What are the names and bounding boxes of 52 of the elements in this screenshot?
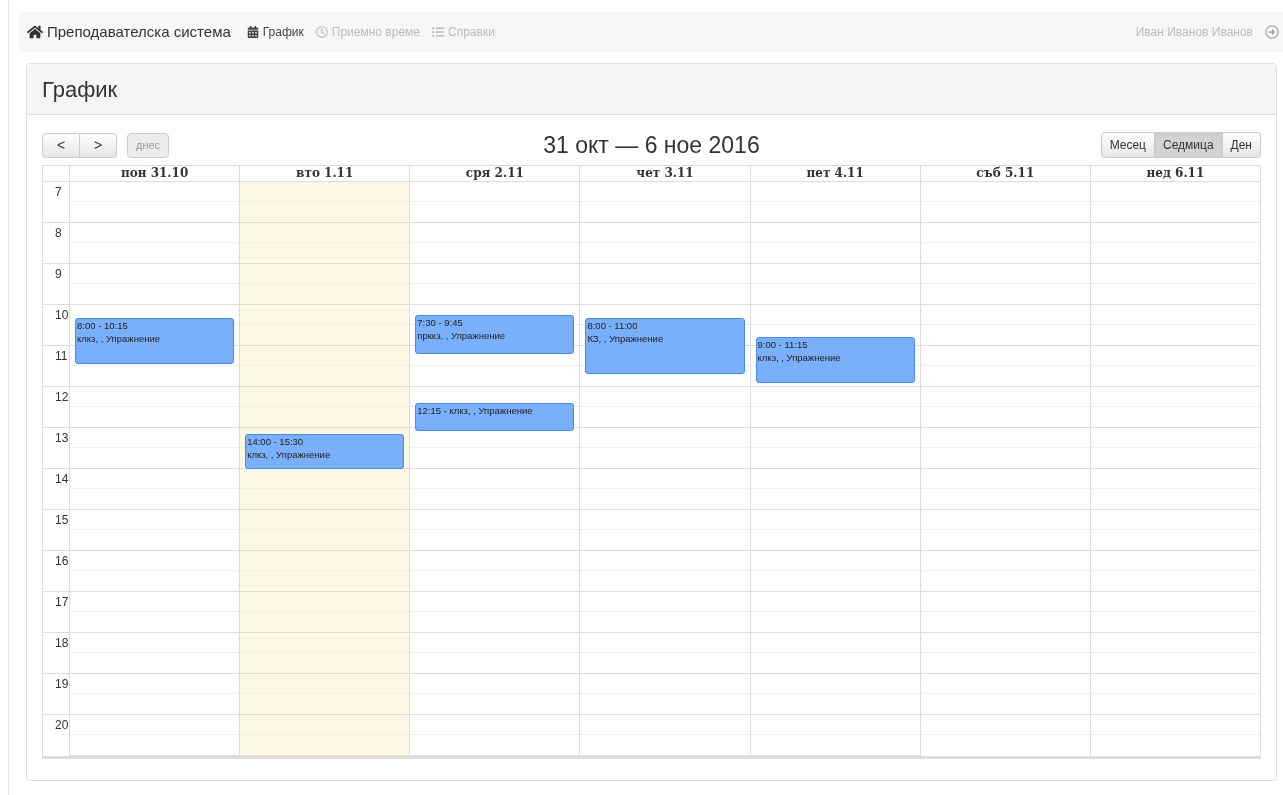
list-icon: [432, 26, 444, 38]
view-button[interactable]: Месец: [1100, 132, 1155, 158]
calendar-event[interactable]: 8:00 - 10:15 клкз, , Упражнение: [75, 318, 235, 364]
event-text: 7:30 - 9:45: [417, 316, 464, 329]
event-text: КЗ, , Упражнение: [587, 332, 665, 345]
hour-label: 15: [55, 512, 69, 529]
event-text: прккз, , Упражнение: [417, 329, 507, 342]
event-text: 8:00 - 10:15: [77, 319, 129, 332]
event-text: 8:00 - 11:00: [587, 319, 639, 332]
hour-label: 17: [55, 594, 69, 611]
nav-link[interactable]: График: [246, 23, 304, 41]
prev-button[interactable]: <: [42, 132, 80, 158]
event-text: клкз, , Упражнение: [77, 332, 162, 345]
brand-link[interactable]: Преподавателска система: [27, 20, 231, 44]
calendar-event[interactable]: 8:00 - 11:00 КЗ, , Упражнение: [585, 318, 745, 374]
hour-label: 8: [55, 225, 62, 242]
view-button[interactable]: Ден: [1222, 132, 1261, 158]
calendar-event[interactable]: 7:30 - 9:45 прккз, , Упражнение: [415, 315, 575, 354]
event-text: клкз, , Упражнение: [757, 351, 842, 364]
clock-icon: [315, 26, 328, 38]
day-header: чет 3.11: [580, 166, 751, 181]
calendar-event[interactable]: 9:00 - 11:15 клкз, , Упражнение: [755, 337, 915, 383]
date-range-title: 31 окт — 6 ное 2016: [543, 130, 760, 160]
calendar-event[interactable]: 12:15 - клкз, , Упражнение: [415, 403, 575, 431]
hour-label: 10: [55, 307, 69, 324]
view-button[interactable]: Седмица: [1155, 132, 1223, 158]
hour-label: 9: [55, 266, 62, 283]
event-text: 9:00 - 11:15: [757, 338, 809, 351]
hour-label: 20: [55, 717, 69, 734]
day-header: пон 31.10: [70, 166, 241, 181]
panel-title: График: [42, 75, 118, 104]
hour-label: 12: [55, 389, 69, 406]
hour-label: 7: [55, 184, 62, 201]
hour-label: 11: [55, 348, 68, 365]
hour-label: 18: [55, 635, 69, 652]
home-icon: [27, 24, 43, 40]
day-header: вто 1.11: [240, 166, 411, 181]
hour-label: 14: [55, 471, 69, 488]
day-header: сря 2.11: [410, 166, 581, 181]
event-text: клкз, , Упражнение: [247, 448, 332, 461]
calendar-event[interactable]: 14:00 - 15:30 клкз, , Упражнение: [245, 434, 405, 469]
hour-label: 16: [55, 553, 69, 570]
event-text: 12:15 - клкз, , Упражнение: [417, 404, 534, 417]
day-header: нед 6.11: [1145, 166, 1206, 181]
day-header: пет 4.11: [750, 166, 921, 181]
event-text: 14:00 - 15:30: [247, 435, 305, 448]
hour-label: 13: [55, 430, 69, 447]
logout-icon[interactable]: [1265, 25, 1279, 39]
hour-label: 19: [55, 676, 69, 693]
day-header: съб 5.11: [920, 166, 1091, 181]
calendar-icon: [246, 26, 259, 38]
next-button[interactable]: >: [80, 132, 117, 158]
